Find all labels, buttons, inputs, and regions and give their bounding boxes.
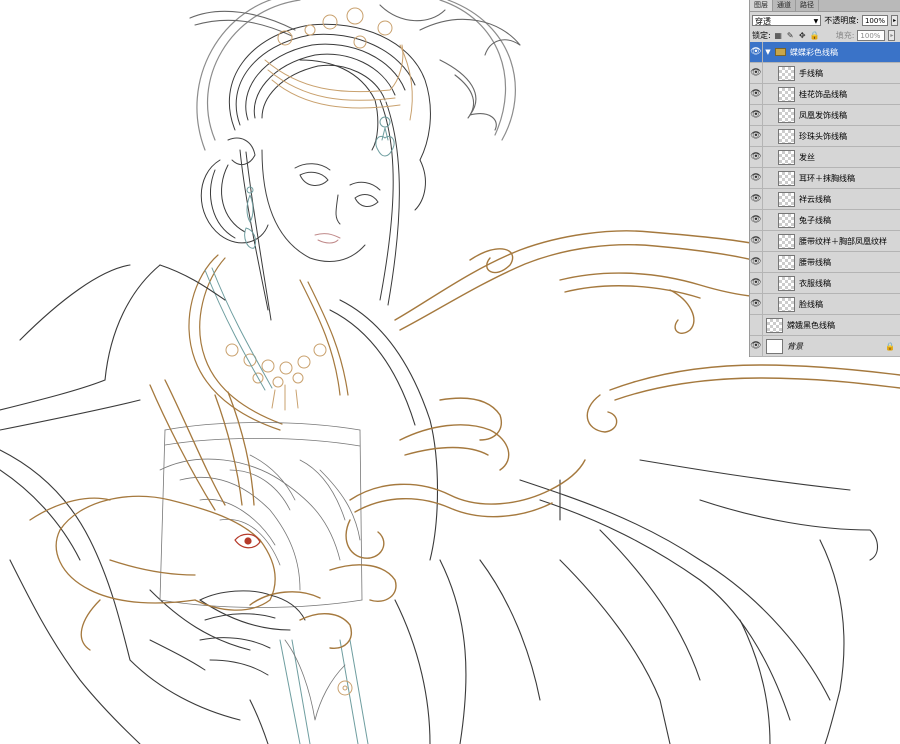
layer-thumbnail	[778, 254, 795, 270]
necklace	[225, 343, 327, 411]
eye-icon[interactable]: 👁	[750, 293, 763, 315]
layer-thumbnail	[778, 191, 795, 207]
layer-thumbnail	[778, 212, 795, 228]
folder-icon	[775, 48, 786, 56]
blend-mode-value: 穿透	[755, 17, 771, 26]
layer-thumbnail	[778, 296, 795, 312]
tab-channels[interactable]: 通道	[773, 0, 796, 11]
layer-name: 脸线稿	[799, 299, 823, 309]
layer-name: 手线稿	[799, 68, 823, 78]
opacity-field[interactable]: 100%	[861, 15, 889, 26]
layer-row[interactable]: 👁 手线稿	[750, 62, 900, 84]
eye-icon[interactable]: 👁	[750, 62, 763, 84]
lock-paint-icon[interactable]: ✎	[786, 31, 795, 40]
layer-row[interactable]: 👁 发丝	[750, 146, 900, 168]
layer-name: 凤凰发饰线稿	[799, 110, 847, 120]
layer-name: 珍珠头饰线稿	[799, 131, 847, 141]
fill-label: 填充:	[835, 31, 855, 40]
layer-thumbnail	[778, 128, 795, 144]
layer-thumbnail	[766, 338, 783, 354]
hair-strands	[200, 23, 431, 321]
layer-name: 嫦娥黑色线稿	[787, 320, 835, 330]
layer-row[interactable]: 👁 祥云线稿	[750, 188, 900, 210]
lock-icon: 🔒	[885, 341, 895, 351]
eye-icon[interactable]: 👁	[750, 83, 763, 105]
eye-icon[interactable]: 👁	[750, 272, 763, 294]
eye-icon[interactable]: 👁	[750, 209, 763, 231]
chevron-down-icon[interactable]: ▼	[763, 48, 773, 56]
layer-thumbnail	[778, 107, 795, 123]
layer-row[interactable]: 👁 耳环＋抹胸线稿	[750, 167, 900, 189]
layer-row[interactable]: 👁 桂花饰品线稿	[750, 83, 900, 105]
lock-label: 锁定:	[752, 31, 771, 40]
layer-name: 腰带纹样＋胸部凤凰纹样	[799, 236, 887, 246]
layer-list: 👁 ▼ 蝶蝶彩色线稿 👁 手线稿 👁 桂花饰品线稿 👁 凤凰发饰线稿 👁 珍珠头…	[750, 41, 900, 357]
forehead-jewel	[375, 116, 395, 157]
eye-icon[interactable]: 👁	[750, 41, 763, 63]
layer-name: 祥云线稿	[799, 194, 831, 204]
robe-flower	[337, 680, 353, 696]
layer-thumbnail	[766, 317, 783, 333]
layer-row[interactable]: 👁 珍珠头饰线稿	[750, 125, 900, 147]
layer-row[interactable]: 👁 脸线稿	[750, 293, 900, 315]
eye-icon[interactable]: 👁	[750, 335, 763, 357]
layer-row[interactable]: 👁 凤凰发饰线稿	[750, 104, 900, 126]
fill-field[interactable]: 100%	[857, 30, 886, 41]
layer-group-row[interactable]: 👁 ▼ 蝶蝶彩色线稿	[750, 41, 900, 63]
layer-thumbnail	[778, 86, 795, 102]
layer-row[interactable]: 👁 兔子线稿	[750, 209, 900, 231]
robe-teal	[204, 267, 369, 744]
layer-row-hidden[interactable]: 嫦娥黑色线稿	[750, 314, 900, 336]
layer-thumbnail	[778, 170, 795, 186]
eye-icon[interactable]: 👁	[750, 125, 763, 147]
eye-icon[interactable]: 👁	[750, 167, 763, 189]
lock-move-icon[interactable]: ✥	[798, 31, 807, 40]
layer-thumbnail	[778, 65, 795, 81]
layer-row-background[interactable]: 👁 背景 🔒	[750, 335, 900, 357]
layer-thumbnail	[778, 149, 795, 165]
layer-name: 衣服线稿	[799, 278, 831, 288]
eye-icon[interactable]: 👁	[750, 146, 763, 168]
opacity-slider-arrow-icon[interactable]: ▸	[891, 15, 898, 26]
panel-tabs: 图层 通道 路径	[750, 0, 900, 12]
eye-icon[interactable]: 👁	[750, 104, 763, 126]
layer-row[interactable]: 👁 衣服线稿	[750, 272, 900, 294]
lock-transparent-icon[interactable]: ▦	[774, 31, 783, 40]
collar-lines	[188, 254, 349, 431]
layer-name: 蝶蝶彩色线稿	[790, 47, 838, 57]
blend-opacity-row: 穿透 ▼ 不透明度: 100% ▸	[750, 13, 900, 28]
tab-paths[interactable]: 路径	[796, 0, 819, 11]
eye-icon[interactable]: 👁	[750, 230, 763, 252]
eye-hidden-icon[interactable]	[750, 314, 763, 336]
layer-name: 耳环＋抹胸线稿	[799, 173, 855, 183]
fill-slider-arrow-icon[interactable]: ▸	[888, 30, 896, 41]
layer-thumbnail	[778, 233, 795, 249]
layers-panel: 图层 通道 路径 穿透 ▼ 不透明度: 100% ▸ 锁定: ▦ ✎ ✥ 🔒 填…	[749, 0, 900, 357]
eye-icon[interactable]: 👁	[750, 188, 763, 210]
hand-lines	[149, 590, 306, 676]
layer-name: 兔子线稿	[799, 215, 831, 225]
blend-mode-select[interactable]: 穿透 ▼	[752, 15, 822, 26]
face-lines	[227, 137, 381, 263]
layer-row[interactable]: 👁 腰带线稿	[750, 251, 900, 273]
layer-thumbnail	[778, 275, 795, 291]
layer-name: 发丝	[799, 152, 815, 162]
opacity-label: 不透明度:	[824, 16, 859, 25]
chevron-down-icon: ▼	[813, 18, 819, 25]
tab-layers[interactable]: 图层	[750, 0, 773, 11]
lock-icon[interactable]: 🔒	[810, 31, 820, 40]
eye-icon[interactable]: 👁	[750, 251, 763, 273]
layer-name: 桂花饰品线稿	[799, 89, 847, 99]
rabbit	[29, 379, 276, 651]
layer-name: 背景	[787, 341, 803, 351]
layer-name: 腰带线稿	[799, 257, 831, 267]
layer-row[interactable]: 👁 腰带纹样＋胸部凤凰纹样	[750, 230, 900, 252]
